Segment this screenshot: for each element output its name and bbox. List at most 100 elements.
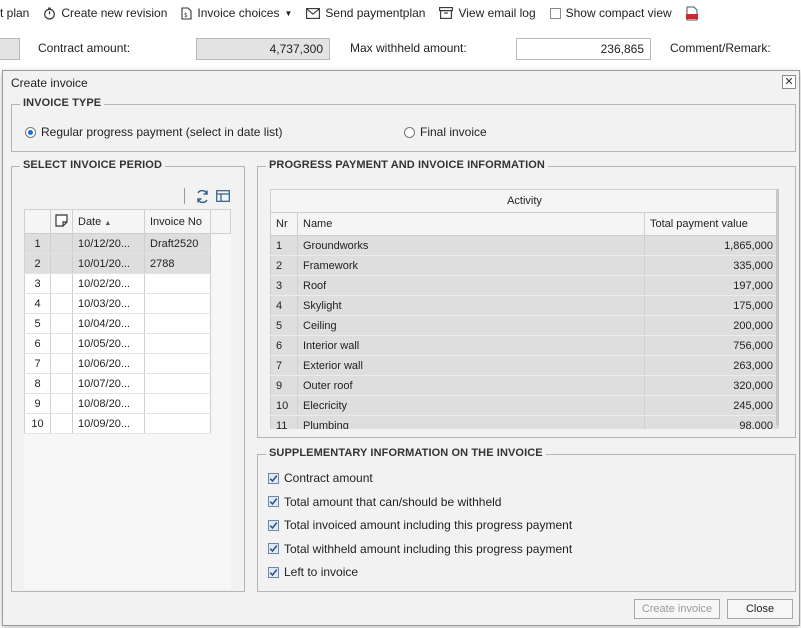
date-cell[interactable]: 10/06/20... xyxy=(72,353,145,374)
note-cell[interactable] xyxy=(50,253,73,274)
date-cell[interactable]: 10/02/20... xyxy=(72,273,145,294)
activity-row[interactable]: 9 Outer roof 320,000 xyxy=(270,375,779,396)
create-new-revision-button[interactable]: Create new revision xyxy=(43,6,167,20)
activity-row[interactable]: 6 Interior wall 756,000 xyxy=(270,335,779,356)
date-cell[interactable]: 10/07/20... xyxy=(72,373,145,394)
activity-row[interactable]: 1 Groundworks 1,865,000 xyxy=(270,235,779,256)
period-row[interactable]: 6 10/05/20... xyxy=(24,333,231,354)
note-cell[interactable] xyxy=(50,413,73,434)
invoice-no-cell[interactable] xyxy=(144,373,211,394)
invoice-no-cell[interactable] xyxy=(144,353,211,374)
supplementary-option[interactable]: Left to invoice xyxy=(268,565,358,579)
refresh-icon[interactable] xyxy=(195,189,210,204)
pdf-icon xyxy=(685,6,698,20)
period-row[interactable]: 10 10/09/20... xyxy=(24,413,231,434)
period-row[interactable]: 8 10/07/20... xyxy=(24,373,231,394)
column-settings-icon[interactable] xyxy=(216,189,230,203)
name-column-header[interactable]: Name xyxy=(297,212,645,236)
regular-payment-option[interactable]: Regular progress payment (select in date… xyxy=(25,125,282,139)
activity-row[interactable]: 4 Skylight 175,000 xyxy=(270,295,779,316)
activity-row[interactable]: 7 Exterior wall 263,000 xyxy=(270,355,779,376)
activity-total-cell: 756,000 xyxy=(644,335,779,356)
invoice-choices-dropdown[interactable]: $ Invoice choices ▼ xyxy=(181,6,292,20)
note-cell[interactable] xyxy=(50,353,73,374)
activity-row[interactable]: 11 Plumbing 98,000 xyxy=(270,415,779,429)
total-payment-column-header[interactable]: Total payment value xyxy=(644,212,779,236)
close-button[interactable]: Close xyxy=(727,599,793,619)
view-email-log-button[interactable]: View email log xyxy=(439,6,536,20)
note-cell[interactable] xyxy=(50,273,73,294)
activity-total-cell: 175,000 xyxy=(644,295,779,316)
invoice-no-cell[interactable] xyxy=(144,393,211,414)
note-column-header[interactable] xyxy=(50,209,73,234)
nr-column-header[interactable]: Nr xyxy=(270,212,298,236)
send-paymentplan-button[interactable]: Send paymentplan xyxy=(306,6,425,20)
regular-payment-radio[interactable] xyxy=(25,126,36,138)
date-cell[interactable]: 10/08/20... xyxy=(72,393,145,414)
compact-view-checkbox[interactable] xyxy=(549,7,561,19)
period-row[interactable]: 7 10/06/20... xyxy=(24,353,231,374)
note-cell[interactable] xyxy=(50,313,73,334)
invoice-no-column-header[interactable]: Invoice No xyxy=(144,209,211,234)
period-row[interactable]: 1 10/12/20... Draft2520 xyxy=(24,233,231,254)
note-cell[interactable] xyxy=(50,333,73,354)
row-number-cell: 7 xyxy=(24,353,51,374)
activity-scrollbar[interactable] xyxy=(776,189,779,426)
activity-row[interactable]: 3 Roof 197,000 xyxy=(270,275,779,296)
close-icon[interactable]: ✕ xyxy=(782,75,796,89)
create-new-revision-label: Create new revision xyxy=(61,6,168,20)
activity-total-cell: 245,000 xyxy=(644,395,779,416)
chevron-down-icon: ▼ xyxy=(284,8,293,18)
contract-amount-field: 4,737,300 xyxy=(196,38,330,60)
supplementary-option[interactable]: Total amount that can/should be withheld xyxy=(268,495,501,509)
create-invoice-button[interactable]: Create invoice xyxy=(634,599,720,619)
invoice-no-cell[interactable] xyxy=(144,293,211,314)
activity-total-cell: 320,000 xyxy=(644,375,779,396)
invoice-no-cell[interactable]: Draft2520 xyxy=(144,233,211,254)
period-row[interactable]: 2 10/01/20... 2788 xyxy=(24,253,231,274)
checkbox[interactable] xyxy=(268,496,279,507)
note-cell[interactable] xyxy=(50,393,73,414)
note-cell[interactable] xyxy=(50,373,73,394)
activity-row[interactable]: 10 Elecricity 245,000 xyxy=(270,395,779,416)
activity-nr-cell: 3 xyxy=(270,275,298,296)
date-column-header[interactable]: Date ▲ xyxy=(72,209,145,234)
period-row[interactable]: 5 10/04/20... xyxy=(24,313,231,334)
filler-column-header xyxy=(210,209,231,234)
checkbox[interactable] xyxy=(268,543,279,554)
toolbar-payment-plan[interactable]: t plan xyxy=(0,6,29,20)
period-row[interactable]: 4 10/03/20... xyxy=(24,293,231,314)
invoice-no-cell[interactable]: 2788 xyxy=(144,253,211,274)
activity-row[interactable]: 2 Framework 335,000 xyxy=(270,255,779,276)
checkbox[interactable] xyxy=(268,519,279,531)
sort-ascending-icon: ▲ xyxy=(104,219,112,227)
max-withheld-field[interactable]: 236,865 xyxy=(516,38,651,60)
date-cell[interactable]: 10/03/20... xyxy=(72,293,145,314)
period-row[interactable]: 9 10/08/20... xyxy=(24,393,231,414)
pdf-export-button[interactable] xyxy=(685,6,698,21)
invoice-no-cell[interactable] xyxy=(144,313,211,334)
date-cell[interactable]: 10/12/20... xyxy=(72,233,145,254)
send-paymentplan-label: Send paymentplan xyxy=(325,6,426,20)
supplementary-option-label: Total invoiced amount including this pro… xyxy=(284,518,573,532)
row-number-cell: 9 xyxy=(24,393,51,414)
activity-row[interactable]: 5 Ceiling 200,000 xyxy=(270,315,779,336)
supplementary-option[interactable]: Contract amount xyxy=(268,471,373,485)
checkbox[interactable] xyxy=(268,472,279,484)
final-invoice-option[interactable]: Final invoice xyxy=(404,125,487,139)
date-cell[interactable]: 10/05/20... xyxy=(72,333,145,354)
invoice-no-cell[interactable] xyxy=(144,273,211,294)
date-cell[interactable]: 10/01/20... xyxy=(72,253,145,274)
supplementary-option[interactable]: Total withheld amount including this pro… xyxy=(268,542,572,556)
date-cell[interactable]: 10/04/20... xyxy=(72,313,145,334)
final-invoice-radio[interactable] xyxy=(404,126,415,138)
supplementary-option[interactable]: Total invoiced amount including this pro… xyxy=(268,518,572,532)
note-cell[interactable] xyxy=(50,233,73,254)
date-cell[interactable]: 10/09/20... xyxy=(72,413,145,434)
invoice-no-cell[interactable] xyxy=(144,413,211,434)
checkbox[interactable] xyxy=(268,566,279,578)
show-compact-view-toggle[interactable]: Show compact view xyxy=(549,6,672,20)
period-row[interactable]: 3 10/02/20... xyxy=(24,273,231,294)
invoice-no-cell[interactable] xyxy=(144,333,211,354)
note-cell[interactable] xyxy=(50,293,73,314)
